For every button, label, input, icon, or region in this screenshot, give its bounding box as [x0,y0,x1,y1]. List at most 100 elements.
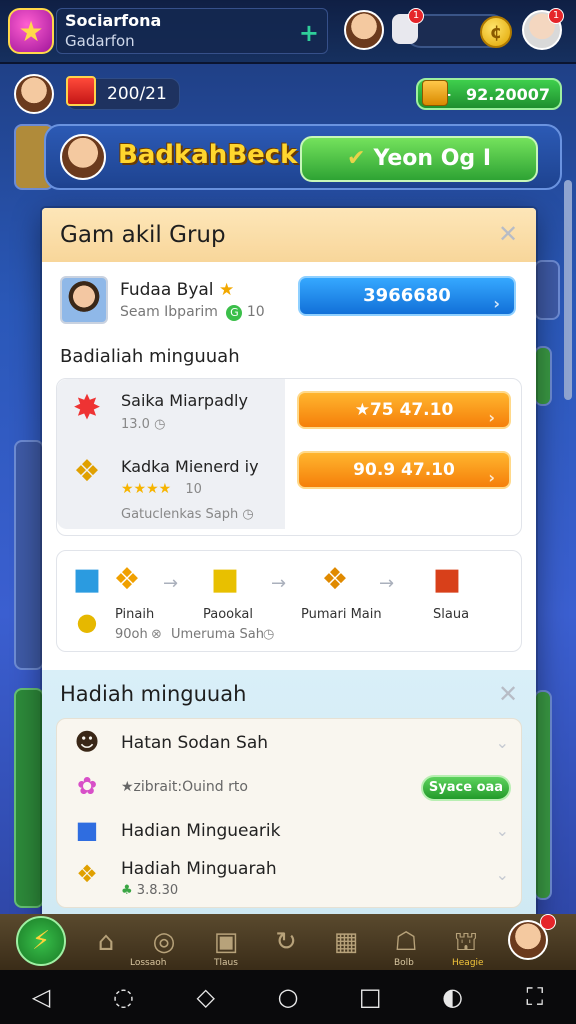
tab-robot-icon[interactable]: ☖ [386,922,426,962]
star-chest-icon: ✸ [72,388,102,428]
gift-counter-value: 200/21 [107,84,167,104]
side-panel-right[interactable] [534,260,560,320]
app-subtitle: Gadarfon [65,32,135,50]
rewards-title: Badialiah minguuah [60,346,240,367]
side-panel-right-green[interactable] [534,346,552,406]
player-score-button[interactable]: 3966680 › [298,276,516,316]
assistant-icon[interactable]: ◌ [103,983,143,1011]
friend-banner-name: BadkahBeck [118,140,298,170]
scrollbar[interactable] [564,180,572,400]
gift-box-icon: ❖ [321,562,349,597]
lightning-icon[interactable]: ⚡ [16,916,66,966]
go-button[interactable]: ✔ Yeon Og I [300,136,538,182]
modal-title: Gam akil Grup [60,222,226,248]
level-badge-icon: G [226,305,243,321]
gift-box-icon: ❖ [73,454,101,489]
friend-banner-avatar[interactable] [60,134,106,180]
list-item-sub: ♣ 3.8.30 [121,883,178,898]
bottom-tab-bar: ⚡ ⌂ ◎ Lossaoh ▣ Tlaus ↻ ▦ ☖ Bolb ⛫ Heagi… [0,914,576,970]
list-item-label: Hadiah Minguarah [121,859,277,879]
arrow-right-icon: → [271,573,287,594]
list-item[interactable]: ■ Hadian Minguearik ⌄ [57,809,523,853]
coin-icon[interactable]: ¢ [480,16,512,48]
tab-search-icon[interactable]: ◎ [144,922,184,962]
player-row: Fudaa Byal ★ Seam Ibparim G 10 3966680 › [42,270,536,334]
tab-label: Tlaus [214,958,238,968]
tab-label: Bolb [394,958,414,968]
chevron-right-icon: › [493,294,500,313]
player-avatar[interactable] [14,74,54,114]
list-item-label: ★zibrait:Ouind rto [121,779,248,795]
list-item[interactable]: ❖ Hadiah Minguarah ♣ 3.8.30 ⌄ [57,853,523,909]
red-chest-icon: ■ [432,562,462,597]
arrow-right-icon: → [163,573,179,594]
gift-box-icon [66,76,96,106]
tab-chest-icon[interactable]: ▣ [206,922,246,962]
close-icon[interactable]: ✕ [498,680,518,708]
home-icon[interactable]: ○ [268,983,308,1011]
player-name-text: Fudaa Byal [120,280,214,300]
coins-icon: ● [76,608,98,636]
claim-button[interactable]: Syace oaa [421,775,511,801]
reward-claim-label: 75 47.10 [369,400,454,420]
weekly-reward-title: Hadiah minguuah [60,682,247,706]
side-panel-left[interactable] [14,440,44,670]
weekly-reward-panel: Hadiah minguuah ✕ ☻ Hatan Sodan Sah ⌄ ✿ … [42,670,536,918]
close-icon[interactable]: ✕ [498,220,518,248]
reward-subtitle-text: 13.0 [121,417,150,432]
tab-calendar-icon[interactable]: ▦ [326,922,366,962]
split-icon[interactable]: ◐ [433,983,473,1011]
reward-claim-button[interactable]: 90.9 47.10 › [297,451,511,489]
notification-badge: 1 [408,8,424,24]
tab-shop-icon[interactable]: ⛫ [446,922,486,962]
plus-icon[interactable]: + [299,19,319,47]
chevron-right-icon: › [488,468,495,487]
chevron-down-icon: ⌄ [495,865,509,884]
clock-icon: ◷ [263,627,275,642]
back-icon[interactable]: ◁ [21,983,61,1011]
side-panel-right-lower[interactable] [534,690,552,900]
group-modal: Gam akil Grup ✕ Fudaa Byal ★ Seam Ibpari… [42,208,536,918]
navigate-icon[interactable]: ◇ [186,983,226,1011]
screenshot-icon[interactable]: ⛶ [515,983,555,1011]
flow-step-sub: 90oh [115,627,148,642]
rating-stars: ★★★★ [121,481,172,497]
flow-step-label: Pumari Main [301,607,382,622]
reward-claim-button[interactable]: ★75 47.10 › [297,391,511,429]
recents-icon[interactable]: □ [350,983,390,1011]
app-title-box[interactable]: Sociarfona Gadarfon + [56,8,328,54]
gift-pile-icon: ❖ [76,860,98,888]
player-score-label: 3966680 [363,285,451,306]
resource-row: 200/21 + 92.20007 [0,72,576,116]
flow-step-label: Paookal [203,607,254,622]
player-subtitle-text: Seam Ibparim [120,304,218,320]
flow-step-sub: Umeruma Sah [171,627,264,642]
reward-rating: ★★★★ 10 [121,481,202,497]
app-title: Sociarfona [65,11,162,30]
blue-box-icon: ■ [72,562,102,597]
list-item-label: Hatan Sodan Sah [121,733,269,753]
star-icon: ★ [218,280,235,300]
chevron-down-icon: ⌄ [495,733,509,752]
side-panel-left-green[interactable] [14,688,44,908]
star-logo-icon[interactable]: ★ [8,8,54,54]
rewards-footer-text: Gatuclenkas Saph [121,507,239,522]
tab-refresh-icon[interactable]: ↻ [266,922,306,962]
tab-label: Lossaoh [130,958,167,968]
tab-home-icon[interactable]: ⌂ [86,922,126,962]
yellow-box-icon: ■ [210,562,240,597]
chevron-right-icon: › [488,408,495,427]
friend-avatar[interactable] [344,10,384,50]
avatar-icon: ☻ [74,728,100,756]
list-item[interactable]: ☻ Hatan Sodan Sah ⌄ [57,721,523,765]
treasure-chest-icon [422,80,448,106]
star-icon: ★ [354,400,370,420]
list-item-sub-text: 3.8.30 [136,883,179,898]
chevron-down-icon: ⌄ [495,821,509,840]
go-button-label: Yeon Og I [373,146,491,171]
reward-subtitle-text: 10 [185,482,202,497]
system-nav-bar: ◁ ◌ ◇ ○ □ ◐ ⛶ [0,970,576,1024]
list-item[interactable]: ✿ ★zibrait:Ouind rto Syace oaa [57,765,523,809]
rewards-footer: Gatuclenkas Saph ◷ [121,507,254,522]
reward-claim-label: 90.9 47.10 [353,460,455,480]
